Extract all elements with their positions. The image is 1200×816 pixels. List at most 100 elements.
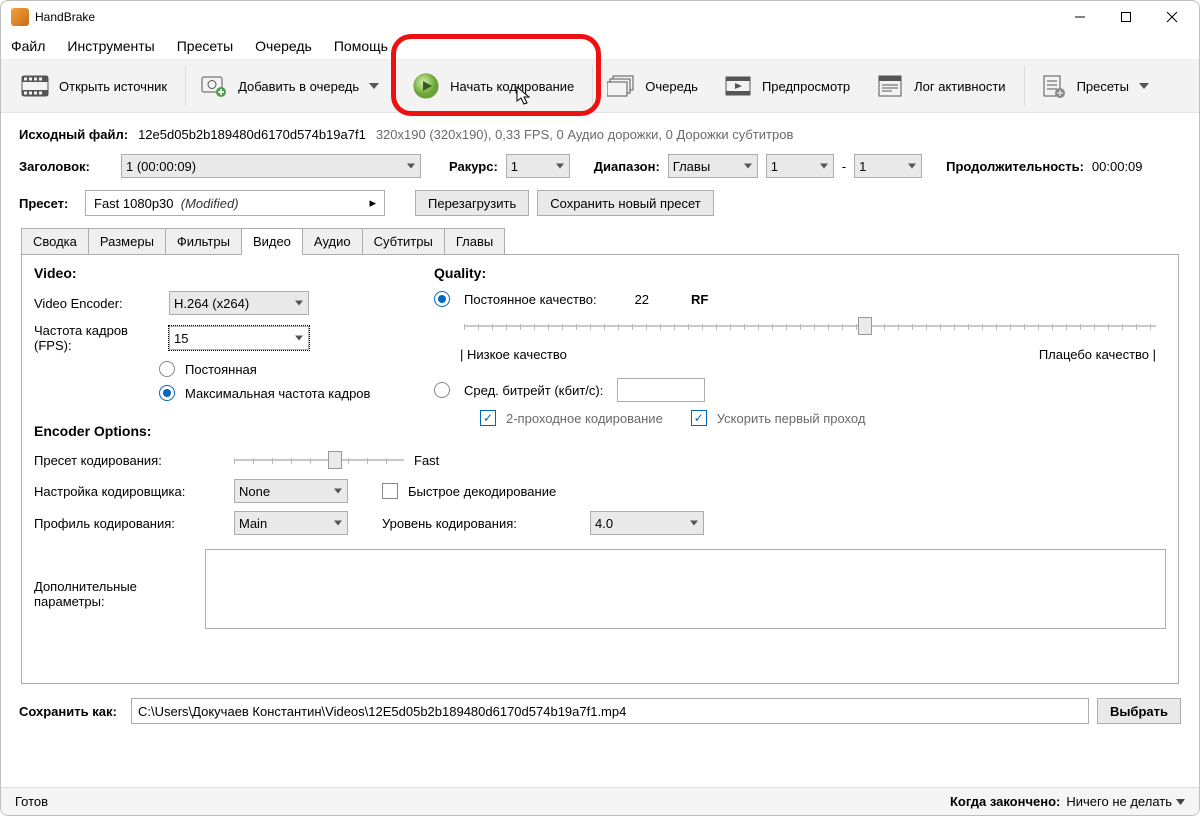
range-to-select[interactable]: 1 xyxy=(854,154,922,178)
film-icon xyxy=(21,74,49,98)
presets-icon xyxy=(1039,74,1067,98)
range-from-select[interactable]: 1 xyxy=(766,154,834,178)
title-select[interactable]: 1 (00:00:09) xyxy=(121,154,421,178)
tab-chapters[interactable]: Главы xyxy=(444,228,505,255)
menu-queue[interactable]: Очередь xyxy=(253,36,314,56)
preview-icon xyxy=(724,74,752,98)
enc-preset-slider[interactable] xyxy=(234,449,404,471)
toolbar-log-label: Лог активности xyxy=(914,79,1005,94)
browse-button[interactable]: Выбрать xyxy=(1097,698,1181,724)
turbo-checkbox[interactable] xyxy=(691,410,707,426)
tune-select[interactable]: None xyxy=(234,479,348,503)
toolbar-queue-label: Очередь xyxy=(645,79,698,94)
level-label: Уровень кодирования: xyxy=(382,516,532,531)
range-dash: - xyxy=(842,159,846,174)
menu-file[interactable]: Файл xyxy=(9,36,47,56)
encoder-label: Video Encoder: xyxy=(34,296,159,311)
toolbar-add-queue[interactable]: Добавить в очередь xyxy=(188,66,391,106)
low-quality-label: | Низкое качество xyxy=(460,347,567,362)
slider-thumb[interactable] xyxy=(328,451,342,469)
save-label: Сохранить как: xyxy=(19,704,123,719)
quality-header: Quality: xyxy=(434,265,1166,281)
quality-slider[interactable] xyxy=(464,315,1156,337)
enc-preset-label: Пресет кодирования: xyxy=(34,453,224,468)
two-pass-label: 2-проходное кодирование xyxy=(506,411,663,426)
rf-value: 22 xyxy=(635,292,649,307)
avg-bitrate-label: Сред. битрейт (кбит/с): xyxy=(464,383,603,398)
app-title: HandBrake xyxy=(35,10,1057,24)
menu-presets[interactable]: Пресеты xyxy=(175,36,235,56)
two-pass-checkbox[interactable] xyxy=(480,410,496,426)
range-label: Диапазон: xyxy=(594,159,660,174)
save-new-preset-button[interactable]: Сохранить новый пресет xyxy=(537,190,714,216)
const-quality-radio[interactable] xyxy=(434,291,450,307)
title-label: Заголовок: xyxy=(19,159,113,174)
toolbar-queue[interactable]: Очередь xyxy=(595,66,710,106)
tab-video[interactable]: Видео xyxy=(241,228,303,255)
add-queue-icon xyxy=(200,74,228,98)
minimize-button[interactable] xyxy=(1057,1,1103,33)
fast-decode-checkbox[interactable] xyxy=(382,483,398,499)
menubar: Файл Инструменты Пресеты Очередь Помощь xyxy=(1,33,1199,59)
chevron-right-icon: ▸ xyxy=(369,195,376,211)
preset-dropdown[interactable]: Fast 1080p30 (Modified) ▸ xyxy=(85,190,385,216)
toolbar-presets[interactable]: Пресеты xyxy=(1027,66,1161,106)
tabs: Сводка Размеры Фильтры Видео Аудио Субти… xyxy=(1,222,1199,255)
fps-label: Частота кадров (FPS): xyxy=(34,323,159,353)
enc-preset-value: Fast xyxy=(414,453,439,468)
tab-dimensions[interactable]: Размеры xyxy=(88,228,166,255)
avg-bitrate-input[interactable] xyxy=(617,378,705,402)
range-type-select[interactable]: Главы xyxy=(668,154,758,178)
video-tab-pane: Video: Video Encoder: H.264 (x264) Часто… xyxy=(21,254,1179,684)
duration-label: Продолжительность: xyxy=(946,159,1084,174)
encoder-select[interactable]: H.264 (x264) xyxy=(169,291,309,315)
toolbar-start-label: Начать кодирование xyxy=(450,79,574,94)
tab-subtitles[interactable]: Субтитры xyxy=(362,228,445,255)
main-body: Исходный файл: 12e5d05b2b189480d6170d574… xyxy=(1,113,1199,787)
status-text: Готов xyxy=(15,794,48,809)
toolbar-log[interactable]: Лог активности xyxy=(864,66,1024,106)
video-header: Video: xyxy=(34,265,414,281)
preset-name: Fast 1080p30 xyxy=(94,196,174,211)
angle-select[interactable]: 1 xyxy=(506,154,570,178)
toolbar-start-encode[interactable]: Начать кодирование xyxy=(393,66,593,106)
titlebar: HandBrake xyxy=(1,1,1199,33)
close-button[interactable] xyxy=(1149,1,1195,33)
maximize-button[interactable] xyxy=(1103,1,1149,33)
source-row: Исходный файл: 12e5d05b2b189480d6170d574… xyxy=(1,121,1199,148)
source-name: 12e5d05b2b189480d6170d574b19a7f1 xyxy=(138,127,366,142)
rf-unit: RF xyxy=(691,292,708,307)
when-done-dropdown[interactable]: Ничего не делать xyxy=(1066,794,1185,809)
toolbar-presets-label: Пресеты xyxy=(1077,79,1129,94)
avg-bitrate-radio[interactable] xyxy=(434,382,450,398)
tab-audio[interactable]: Аудио xyxy=(302,228,363,255)
preset-modified: (Modified) xyxy=(181,196,239,211)
toolbar-preview[interactable]: Предпросмотр xyxy=(712,66,862,106)
peak-fps-radio[interactable] xyxy=(159,385,175,401)
source-info: 320x190 (320x190), 0,33 FPS, 0 Аудио дор… xyxy=(376,127,794,142)
chevron-down-icon xyxy=(1139,83,1149,89)
statusbar: Готов Когда закончено: Ничего не делать xyxy=(1,787,1199,815)
level-select[interactable]: 4.0 xyxy=(590,511,704,535)
constant-fps-radio[interactable] xyxy=(159,361,175,377)
constant-fps-label: Постоянная xyxy=(185,362,257,377)
toolbar-preview-label: Предпросмотр xyxy=(762,79,850,94)
chevron-down-icon xyxy=(1176,799,1185,805)
tab-filters[interactable]: Фильтры xyxy=(165,228,242,255)
fast-decode-label: Быстрое декодирование xyxy=(408,484,556,499)
extra-params-textarea[interactable] xyxy=(205,549,1166,629)
fps-select[interactable]: 15 xyxy=(169,326,309,350)
menu-tools[interactable]: Инструменты xyxy=(65,36,156,56)
profile-select[interactable]: Main xyxy=(234,511,348,535)
placebo-quality-label: Плацебо качество | xyxy=(1039,347,1156,362)
app-icon xyxy=(11,8,29,26)
toolbar-open-label: Открыть источник xyxy=(59,79,167,94)
save-path-input[interactable] xyxy=(131,698,1089,724)
slider-thumb[interactable] xyxy=(858,317,872,335)
reload-preset-button[interactable]: Перезагрузить xyxy=(415,190,529,216)
profile-label: Профиль кодирования: xyxy=(34,516,224,531)
toolbar-open-source[interactable]: Открыть источник xyxy=(9,66,186,106)
tab-summary[interactable]: Сводка xyxy=(21,228,89,255)
menu-help[interactable]: Помощь xyxy=(332,36,390,56)
title-row: Заголовок: 1 (00:00:09) Ракурс: 1 Диапаз… xyxy=(1,148,1199,184)
